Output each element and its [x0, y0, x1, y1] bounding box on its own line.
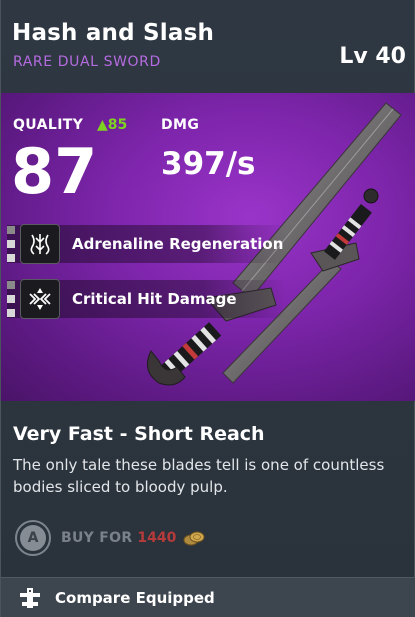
- perk-tier-pips: [7, 281, 17, 317]
- quality-label: QUALITY: [13, 117, 84, 133]
- critical-hit-icon: [20, 279, 60, 319]
- quality-value: 87: [11, 135, 98, 208]
- a-button-glyph: A: [20, 525, 46, 551]
- a-button-icon: A: [15, 520, 51, 556]
- compare-equipped-bar[interactable]: Compare Equipped: [1, 577, 415, 617]
- item-preview: QUALITY ▲85 DMG 87 397/s Adrenaline Rege…: [1, 93, 415, 401]
- item-level: Lv 40: [339, 44, 406, 69]
- item-description: The only tale these blades tell is one o…: [13, 456, 385, 496]
- tier-pip: [7, 240, 15, 248]
- item-header: Hash and Slash RARE DUAL SWORD Lv 40: [1, 0, 415, 93]
- reach-text: Very Fast - Short Reach: [13, 423, 265, 445]
- tier-pip: [7, 309, 15, 317]
- buy-label: BUY FOR: [61, 530, 133, 546]
- dmg-value: 397/s: [161, 146, 256, 182]
- item-type: RARE DUAL SWORD: [13, 54, 161, 70]
- perk-row[interactable]: Adrenaline Regeneration: [7, 223, 287, 265]
- item-name: Hash and Slash: [12, 20, 215, 46]
- perk-label: Critical Hit Damage: [72, 290, 237, 308]
- buy-button[interactable]: A BUY FOR 1440: [15, 520, 206, 556]
- buy-price: 1440: [137, 530, 177, 546]
- drachmae-coins-icon: [183, 531, 205, 546]
- dmg-label: DMG: [161, 117, 200, 133]
- tier-pip: [7, 281, 15, 289]
- adrenaline-icon: [20, 224, 60, 264]
- quality-delta: ▲85: [97, 117, 128, 133]
- compare-icon: [20, 587, 40, 608]
- compare-equipped-label: Compare Equipped: [55, 588, 215, 607]
- tier-pip: [7, 254, 15, 262]
- item-card: Hash and Slash RARE DUAL SWORD Lv 40 QUA…: [0, 0, 415, 617]
- tier-pip: [7, 295, 15, 303]
- perk-tier-pips: [7, 226, 17, 262]
- tier-pip: [7, 226, 15, 234]
- perk-row[interactable]: Critical Hit Damage: [7, 278, 287, 320]
- perk-label: Adrenaline Regeneration: [72, 235, 284, 253]
